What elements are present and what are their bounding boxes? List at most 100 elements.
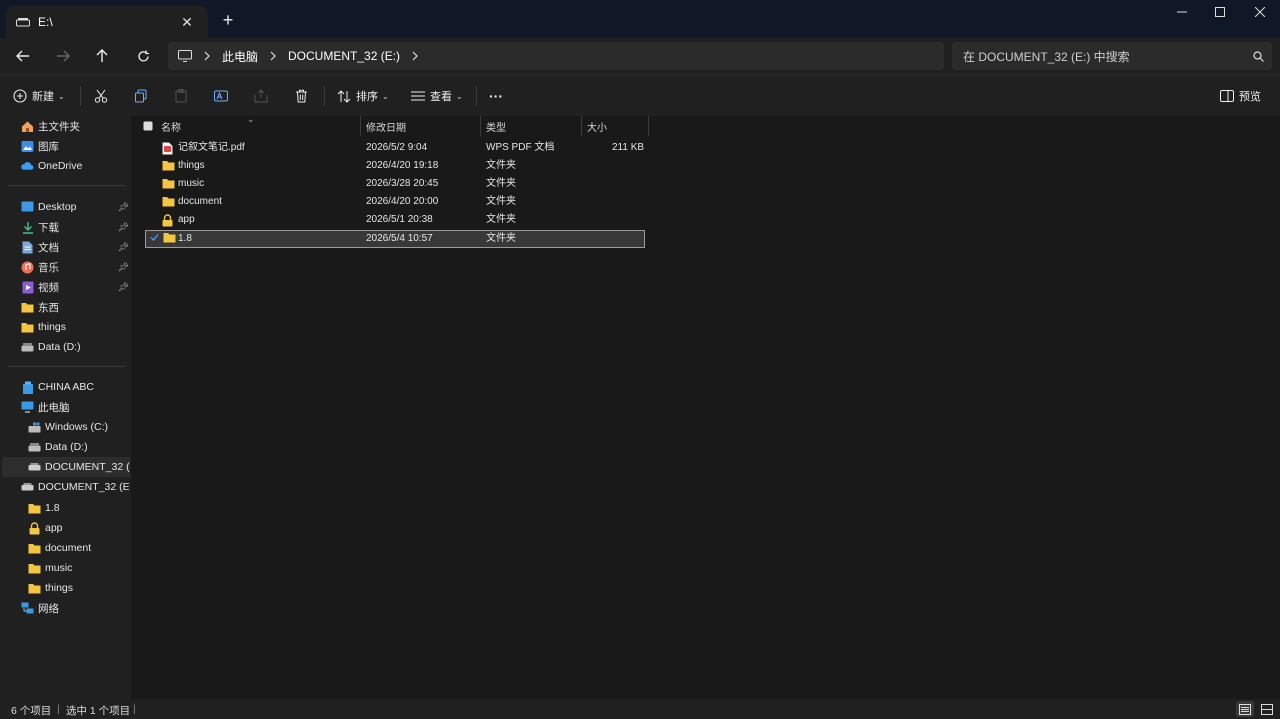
maximize-button[interactable] [1200, 0, 1240, 24]
back-button[interactable] [10, 44, 36, 68]
paste-button[interactable] [169, 84, 193, 108]
pin-icon[interactable]: 📌︎ [118, 282, 129, 293]
file-row-selected[interactable]: 1.8 2026/5/4 10:57 文件夹 [145, 230, 645, 248]
more-options-button[interactable]: ··· [489, 84, 503, 108]
file-row[interactable]: app 2026/5/1 20:38 文件夹 [145, 212, 645, 230]
sidebar-item-label: 文档 [38, 241, 59, 254]
plus-circle-icon [13, 89, 27, 103]
large-icons-view-button[interactable] [1258, 701, 1276, 717]
sidebar-item-desktop[interactable]: Desktop 📌︎ [21, 197, 129, 217]
search-icon[interactable] [1244, 50, 1272, 62]
sidebar-item-label: OneDrive [38, 160, 83, 172]
refresh-button[interactable] [130, 44, 156, 68]
file-name: music [178, 178, 205, 189]
sidebar-item-folder-music[interactable]: music [28, 558, 129, 578]
tab-drive-e[interactable]: E:\ ✕ [6, 6, 208, 38]
file-modified: 2026/4/20 20:00 [366, 196, 439, 207]
sidebar-item-this-pc[interactable]: 此电脑 [21, 397, 129, 417]
folder-icon [28, 562, 41, 575]
checkmark-icon[interactable] [150, 233, 159, 242]
breadcrumb-this-pc[interactable]: 此电脑 [222, 48, 258, 65]
view-list-icon [411, 90, 425, 102]
breadcrumb-drive-e[interactable]: DOCUMENT_32 (E:) [288, 49, 400, 63]
sidebar-item-folder-document[interactable]: document [28, 538, 129, 558]
column-divider[interactable] [581, 116, 582, 136]
pin-icon[interactable]: 📌︎ [118, 202, 129, 213]
sidebar-item-folder-1-8[interactable]: 1.8 [28, 498, 129, 518]
monitor-icon [178, 50, 192, 62]
select-all-checkbox[interactable] [143, 116, 153, 136]
forward-button[interactable] [50, 44, 76, 68]
sidebar-item-label: DOCUMENT_32 (E:) [38, 481, 129, 493]
sidebar-item-label: app [45, 522, 63, 534]
rename-icon [214, 90, 228, 102]
sidebar-item-home[interactable]: 主文件夹 [21, 116, 129, 136]
column-divider[interactable] [480, 116, 481, 136]
new-button[interactable]: 新建 ⌄ [13, 84, 65, 108]
cut-button[interactable] [89, 84, 113, 108]
sidebar-item-dongxi[interactable]: 东西 [21, 297, 129, 317]
sidebar-item-things[interactable]: things [21, 317, 129, 337]
preview-button[interactable]: 预览 [1220, 84, 1261, 108]
column-header-modified[interactable]: 修改日期 [366, 116, 406, 136]
file-row[interactable]: music 2026/3/28 20:45 文件夹 [145, 176, 645, 194]
details-view-button[interactable] [1236, 701, 1254, 717]
copy-button[interactable] [129, 84, 153, 108]
file-row[interactable]: 记叙文笔记.pdf 2026/5/2 9:04 WPS PDF 文档 211 K… [145, 140, 645, 158]
folder-icon [162, 196, 175, 209]
column-divider[interactable] [360, 116, 361, 136]
column-divider[interactable] [648, 116, 649, 136]
sidebar-item-label: 主文件夹 [38, 120, 80, 133]
delete-button[interactable] [289, 84, 313, 108]
lock-icon [162, 214, 175, 227]
sidebar-item-gallery[interactable]: 图库 [21, 136, 129, 156]
pin-icon[interactable]: 📌︎ [118, 262, 129, 273]
new-tab-button[interactable]: + [218, 10, 238, 30]
search-box[interactable]: 在 DOCUMENT_32 (E:) 中搜索 [952, 42, 1272, 70]
pin-icon[interactable]: 📌︎ [118, 242, 129, 253]
column-header-size[interactable]: 大小 [587, 116, 607, 136]
up-button[interactable] [89, 44, 115, 68]
file-row[interactable]: things 2026/4/20 19:18 文件夹 [145, 158, 645, 176]
view-button[interactable]: 查看 ⌄ [411, 84, 463, 108]
sidebar-item-network[interactable]: 网络 [21, 598, 129, 618]
share-button[interactable] [249, 84, 273, 108]
sidebar-item-label: 1.8 [45, 502, 60, 514]
minimize-button[interactable] [1162, 0, 1202, 24]
column-header-name[interactable]: 名称 [161, 116, 181, 136]
chevron-right-icon[interactable] [204, 51, 210, 61]
sidebar-item-videos[interactable]: 视频 📌︎ [21, 277, 129, 297]
chevron-right-icon[interactable] [412, 51, 418, 61]
sidebar-item-china-abc[interactable]: CHINA ABC [21, 377, 129, 397]
rename-button[interactable] [209, 84, 233, 108]
sidebar-item-document32-e-selected[interactable]: DOCUMENT_32 (E:) [2, 457, 130, 477]
chevron-right-icon[interactable] [270, 51, 276, 61]
pin-icon[interactable]: 📌︎ [118, 222, 129, 233]
sort-button[interactable]: 排序 ⌄ [337, 84, 389, 108]
column-header-type[interactable]: 类型 [486, 116, 506, 136]
folder-icon [21, 301, 34, 314]
sidebar-item-data-d-tree[interactable]: Data (D:) [28, 437, 129, 457]
file-row[interactable]: document 2026/4/20 20:00 文件夹 [145, 194, 645, 212]
file-name: 记叙文笔记.pdf [178, 142, 245, 153]
navigation-bar: 此电脑 DOCUMENT_32 (E:) 在 DOCUMENT_32 (E:) … [0, 38, 1280, 74]
pc-icon [21, 401, 34, 414]
sidebar-item-downloads[interactable]: 下载 📌︎ [21, 217, 129, 237]
sidebar-item-music[interactable]: 音乐 📌︎ [21, 257, 129, 277]
address-bar[interactable]: 此电脑 DOCUMENT_32 (E:) [168, 42, 944, 70]
sidebar-item-documents[interactable]: 文档 📌︎ [21, 237, 129, 257]
close-window-button[interactable] [1240, 0, 1280, 24]
sidebar-item-data-d[interactable]: Data (D:) [21, 337, 129, 357]
cloud-icon [21, 160, 34, 173]
sidebar-item-folder-app[interactable]: app [28, 518, 129, 538]
sidebar-item-windows-c[interactable]: Windows (C:) [28, 417, 129, 437]
sidebar-item-onedrive[interactable]: OneDrive [21, 156, 129, 176]
navigation-pane: 主文件夹 图库 OneDrive Desktop 📌︎ 下载 📌︎ 文档 📌︎ … [0, 116, 131, 699]
close-tab-button[interactable]: ✕ [176, 11, 198, 33]
arrow-up-icon [96, 49, 108, 62]
file-modified: 2026/4/20 19:18 [366, 160, 439, 171]
sidebar-item-folder-things[interactable]: things [28, 578, 129, 598]
divider [324, 86, 325, 106]
sidebar-item-label: DOCUMENT_32 (E:) [45, 461, 130, 473]
sidebar-item-document32-e[interactable]: DOCUMENT_32 (E:) [21, 477, 129, 497]
